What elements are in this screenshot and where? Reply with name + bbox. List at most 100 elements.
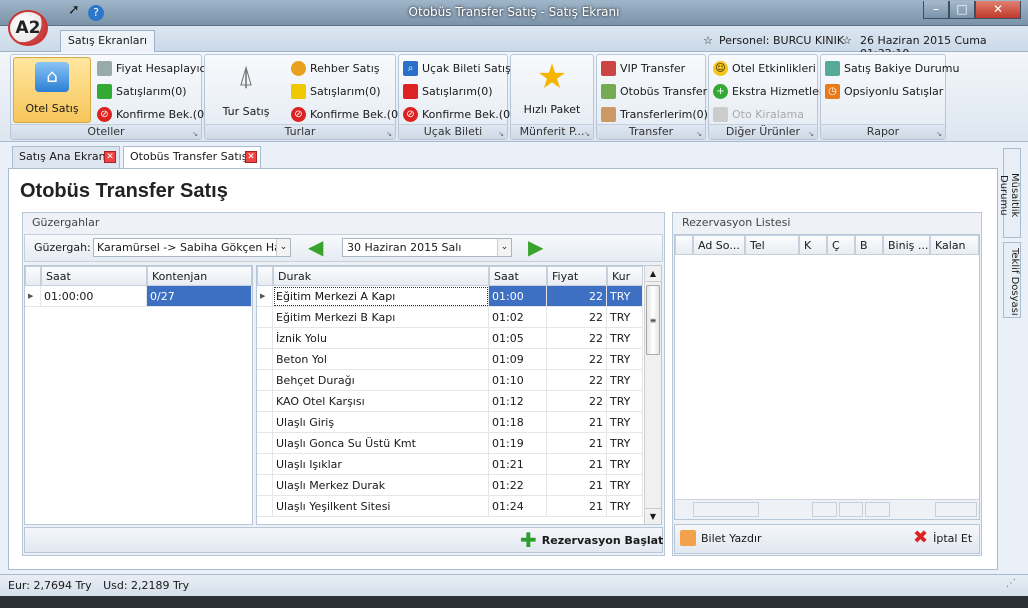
side-tab-musaitlik-durumu[interactable]: Müsaitlik Durumu	[998, 148, 1021, 238]
saat-cell[interactable]: 01:00	[489, 286, 547, 307]
durak-cell[interactable]: İznik Yolu	[273, 328, 489, 349]
durak-cell[interactable]: Ulaşlı Işıklar	[273, 454, 489, 475]
durak-cell[interactable]: Ulaşlı Giriş	[273, 412, 489, 433]
col-durak[interactable]: Durak	[273, 266, 489, 286]
table-row[interactable]: Ulaşlı Merkez Durak 01:22 21 TRY	[257, 475, 661, 496]
scroll-thumb[interactable]: ≡	[646, 285, 660, 355]
fiyat-cell[interactable]: 21	[547, 475, 607, 496]
saat-cell[interactable]: 01:05	[489, 328, 547, 349]
saat-cell[interactable]: 01:18	[489, 412, 547, 433]
chevron-down-icon[interactable]: ⌄	[276, 239, 290, 256]
resize-grip-icon[interactable]: ⋰	[1006, 578, 1016, 589]
close-icon[interactable]: ✕	[245, 151, 257, 163]
saat-cell[interactable]: 01:10	[489, 370, 547, 391]
table-row[interactable]: Ulaşlı Gonca Su Üstü Kmt 01:19 21 TRY	[257, 433, 661, 454]
otel-konfirme-button[interactable]: ⊘ Konfirme Bek.(0)	[97, 104, 208, 124]
col-binis[interactable]: Biniş ...	[883, 235, 930, 255]
table-row[interactable]: Beton Yol 01:09 22 TRY	[257, 349, 661, 370]
table-row[interactable]: ▶ 01:00:00 0/27	[25, 286, 252, 307]
expand-icon[interactable]: ↘	[192, 130, 198, 138]
ucak-satislarim-button[interactable]: Satışlarım(0)	[403, 81, 493, 101]
tur-satislarim-button[interactable]: Satışlarım(0)	[291, 81, 381, 101]
fiyat-cell[interactable]: 21	[547, 412, 607, 433]
col-tel[interactable]: Tel	[745, 235, 799, 255]
prev-day-arrow-icon[interactable]: ◀	[308, 236, 323, 258]
table-row[interactable]: Eğitim Merkezi B Kapı 01:02 22 TRY	[257, 307, 661, 328]
kur-cell[interactable]: TRY	[607, 349, 643, 370]
opsiyonlu-satislar-button[interactable]: ◷ Opsiyonlu Satışlar	[825, 81, 943, 101]
expand-icon[interactable]: ↘	[386, 130, 392, 138]
saat-cell[interactable]: 01:22	[489, 475, 547, 496]
fiyat-cell[interactable]: 21	[547, 454, 607, 475]
hizli-paket-button[interactable]: ★ Hızlı Paket	[513, 57, 591, 123]
kur-cell[interactable]: TRY	[607, 433, 643, 454]
time-cell[interactable]: 01:00:00	[41, 286, 147, 307]
col-k[interactable]: K	[799, 235, 827, 255]
date-picker[interactable]: 30 Haziran 2015 Salı	[342, 238, 512, 257]
table-row[interactable]: Ulaşlı Işıklar 01:21 21 TRY	[257, 454, 661, 475]
table-row[interactable]: Behçet Durağı 01:10 22 TRY	[257, 370, 661, 391]
help-icon[interactable]: ?	[88, 5, 104, 21]
col-ad-soyad[interactable]: Ad So...	[693, 235, 745, 255]
col-fiyat[interactable]: Fiyat	[547, 266, 607, 286]
col-kalan[interactable]: Kalan	[930, 235, 979, 255]
tab-satis-ana-ekran[interactable]: Satış Ana Ekran ✕	[12, 146, 120, 168]
kur-cell[interactable]: TRY	[607, 496, 643, 517]
table-row[interactable]: ▶ Eğitim Merkezi A Kapı 01:00 22 TRY	[257, 286, 661, 307]
bilet-yazdir-button[interactable]: Bilet Yazdır	[680, 530, 762, 546]
app-logo[interactable]: A2	[8, 10, 48, 46]
kur-cell[interactable]: TRY	[607, 286, 643, 307]
otel-satislarim-button[interactable]: Satışlarım(0)	[97, 81, 187, 101]
col-c[interactable]: Ç	[827, 235, 855, 255]
saat-cell[interactable]: 01:19	[489, 433, 547, 454]
kur-cell[interactable]: TRY	[607, 412, 643, 433]
ucak-bileti-satis-button[interactable]: ⌕ Uçak Bileti Satış	[403, 58, 511, 78]
next-day-arrow-icon[interactable]: ▶	[528, 236, 543, 258]
fiyat-cell[interactable]: 22	[547, 391, 607, 412]
chevron-down-icon[interactable]: ⌄	[497, 239, 511, 256]
close-button[interactable]: ✕	[975, 1, 1021, 19]
table-row[interactable]: Ulaşlı Giriş 01:18 21 TRY	[257, 412, 661, 433]
iptal-et-button[interactable]: ✖ İptal Et	[913, 529, 972, 547]
otel-satis-button[interactable]: ⌂ Otel Satış	[13, 57, 91, 123]
saat-cell[interactable]: 01:02	[489, 307, 547, 328]
kur-cell[interactable]: TRY	[607, 454, 643, 475]
expand-icon[interactable]: ↘	[696, 130, 702, 138]
minimize-button[interactable]: –	[923, 1, 949, 19]
otel-etkinlikleri-button[interactable]: ☺ Otel Etkinlikleri	[713, 58, 816, 78]
durak-cell[interactable]: Ulaşlı Gonca Su Üstü Kmt	[273, 433, 489, 454]
expand-icon[interactable]: ↘	[936, 130, 942, 138]
durak-cell[interactable]: Ulaşlı Yeşilkent Sitesi	[273, 496, 489, 517]
rehber-satis-button[interactable]: Rehber Satış	[291, 58, 379, 78]
table-row[interactable]: İznik Yolu 01:05 22 TRY	[257, 328, 661, 349]
fiyat-cell[interactable]: 21	[547, 496, 607, 517]
col-saat[interactable]: Saat	[489, 266, 547, 286]
saat-cell[interactable]: 01:09	[489, 349, 547, 370]
durak-cell[interactable]: KAO Otel Karşısı	[273, 391, 489, 412]
fiyat-cell[interactable]: 22	[547, 370, 607, 391]
col-saat[interactable]: Saat	[41, 266, 147, 286]
saat-cell[interactable]: 01:12	[489, 391, 547, 412]
tur-satis-button[interactable]: ⍋ Tur Satış	[207, 57, 285, 123]
scroll-up-icon[interactable]: ▲	[645, 266, 661, 282]
kontenjan-cell[interactable]: 0/27	[147, 286, 252, 307]
table-row[interactable]: Ulaşlı Yeşilkent Sitesi 01:24 21 TRY	[257, 496, 661, 517]
vip-transfer-button[interactable]: VIP Transfer	[601, 58, 685, 78]
ekstra-hizmetler-button[interactable]: + Ekstra Hizmetler	[713, 81, 823, 101]
fiyat-hesaplayici-button[interactable]: Fiyat Hesaplayıcı	[97, 58, 209, 78]
stops-scrollbar[interactable]: ▲ ≡ ▼	[644, 266, 661, 524]
side-tab-teklif-dosyasi[interactable]: Teklif Dosyası	[1003, 242, 1021, 318]
table-row[interactable]: KAO Otel Karşısı 01:12 22 TRY	[257, 391, 661, 412]
durak-cell[interactable]: Beton Yol	[273, 349, 489, 370]
durak-cell[interactable]: Eğitim Merkezi B Kapı	[273, 307, 489, 328]
expand-icon[interactable]: ↘	[584, 130, 590, 138]
satis-bakiye-durumu-button[interactable]: Satış Bakiye Durumu	[825, 58, 959, 78]
durak-cell[interactable]: Behçet Durağı	[273, 370, 489, 391]
expand-icon[interactable]: ↘	[808, 130, 814, 138]
durak-cell[interactable]: Ulaşlı Merkez Durak	[273, 475, 489, 496]
col-kur[interactable]: Kur	[607, 266, 643, 286]
fiyat-cell[interactable]: 22	[547, 286, 607, 307]
saat-cell[interactable]: 01:24	[489, 496, 547, 517]
expand-icon[interactable]: ↘	[498, 130, 504, 138]
col-b[interactable]: B	[855, 235, 883, 255]
